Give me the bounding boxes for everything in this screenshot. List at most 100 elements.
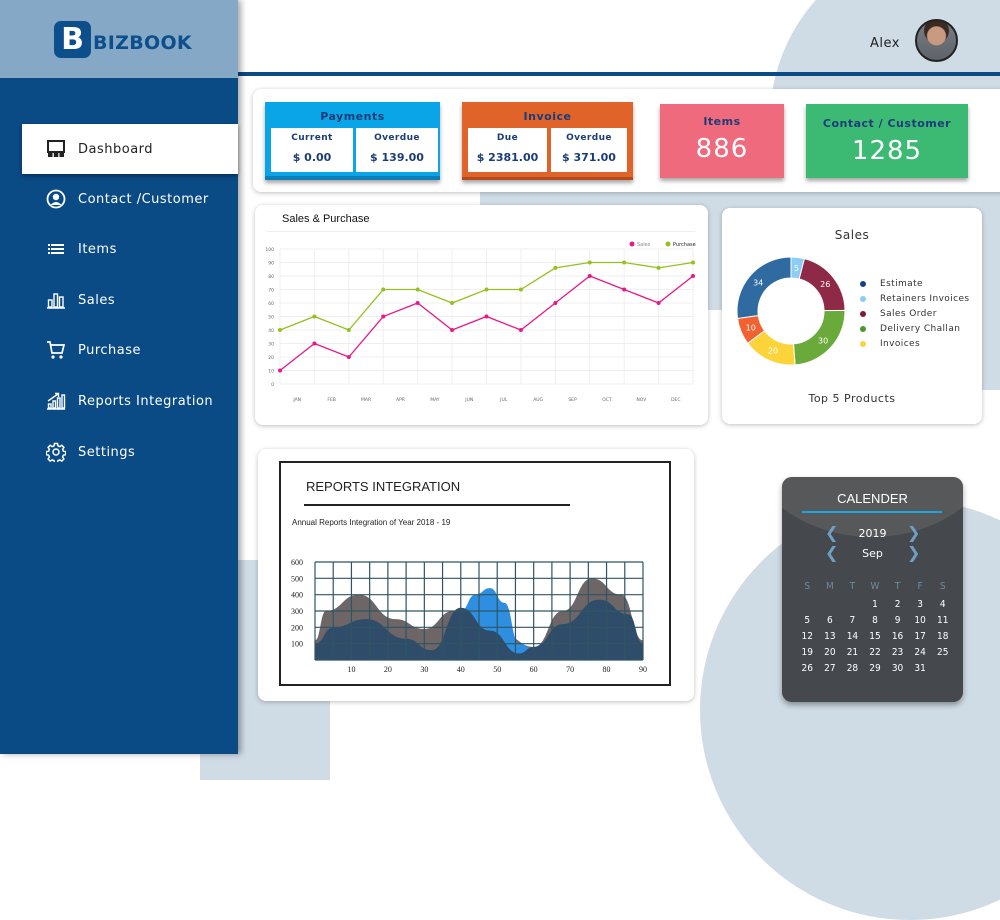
calendar-day[interactable]: 10 — [909, 615, 932, 626]
x-tick-label: JAN — [292, 397, 301, 403]
user-name: Alex — [870, 36, 900, 51]
legend-item: Invoices — [860, 339, 920, 349]
sidebar-item-label: Settings — [78, 444, 136, 460]
legend-item: Delivery Challan — [860, 324, 960, 334]
data-point — [656, 265, 661, 270]
legend-label: Sales — [637, 242, 651, 248]
donut-chart: 5 26 30 20 10 34 — [736, 256, 846, 366]
weekday-label: W — [870, 581, 880, 592]
calendar-day[interactable]: 27 — [819, 663, 842, 674]
contact-card[interactable]: Contact / Customer 1285 — [806, 104, 968, 178]
logo[interactable]: B BIZBOOK — [0, 0, 238, 78]
contact-title: Contact / Customer — [822, 117, 952, 130]
calendar-day[interactable]: 26 — [796, 663, 819, 674]
calendar-day[interactable]: 15 — [864, 631, 887, 642]
items-card[interactable]: Items 886 — [660, 104, 784, 178]
calendar-day[interactable]: 29 — [864, 663, 887, 674]
legend-dot — [860, 296, 866, 302]
data-point — [656, 301, 661, 305]
slice-label: 34 — [753, 278, 763, 287]
payments-card[interactable]: Payments Current $ 0.00 Overdue $ 139.00 — [265, 102, 440, 180]
y-tick-label: 60 — [268, 301, 274, 307]
next-month-button[interactable]: ❯ — [907, 543, 920, 562]
sidebar-item-dashboard[interactable]: Dashboard — [22, 124, 238, 174]
calendar-day[interactable]: 1 — [864, 599, 887, 610]
contact-count: 1285 — [851, 136, 923, 166]
calendar-day[interactable]: 13 — [819, 631, 842, 642]
slice-label: 20 — [768, 347, 778, 356]
sidebar-item-items[interactable]: Items — [22, 224, 238, 274]
sidebar-item-label: Items — [78, 241, 117, 257]
calendar-day[interactable]: 17 — [909, 631, 932, 642]
invoice-card[interactable]: Invoice Due $ 2381.00 Overdue $ 371.00 — [462, 102, 633, 180]
sidebar-item-purchase[interactable]: Purchase — [22, 325, 238, 375]
x-tick-label: MAR — [361, 397, 371, 403]
data-point — [691, 274, 695, 278]
payments-overdue-label: Overdue — [374, 133, 420, 143]
calendar-day[interactable]: 3 — [909, 599, 932, 610]
x-tick-label: AUG — [533, 397, 543, 403]
calendar-day[interactable]: 14 — [841, 631, 864, 642]
invoice-title: Invoice — [523, 110, 572, 123]
calendar-day[interactable]: 20 — [819, 647, 842, 658]
sales-donut-card: Sales 5 26 30 20 10 34 Top 5 Products — [722, 208, 982, 424]
invoice-due-value: $ 2381.00 — [476, 151, 539, 164]
y-tick-label: 40 — [268, 328, 274, 334]
calendar-day[interactable]: 9 — [886, 615, 909, 626]
x-tick-label: FEB — [327, 397, 336, 403]
y-tick-label: 200 — [291, 623, 303, 632]
x-tick-label: 40 — [457, 665, 465, 674]
x-tick-label: 70 — [566, 665, 574, 674]
calendar-day[interactable]: 25 — [931, 647, 954, 658]
next-year-button[interactable]: ❯ — [907, 523, 920, 542]
x-tick-label: OCT — [602, 397, 612, 403]
calendar-day[interactable]: 19 — [796, 647, 819, 658]
calendar: CALENDER ❮ 2019 ❯ ❮ Sep ❯ SMTWTFS1234567… — [782, 477, 963, 702]
calendar-title: CALENDER — [837, 491, 908, 506]
calendar-day[interactable]: 16 — [886, 631, 909, 642]
payments-current: Current $ 0.00 — [271, 128, 353, 172]
calendar-day[interactable]: 24 — [909, 647, 932, 658]
y-tick-label: 90 — [268, 261, 274, 267]
sidebar-item-label: Sales — [78, 292, 116, 308]
calendar-day[interactable]: 21 — [841, 647, 864, 658]
calendar-day[interactable]: 5 — [796, 615, 819, 626]
invoice-due: Due $ 2381.00 — [468, 128, 547, 172]
calendar-day[interactable]: 18 — [931, 631, 954, 642]
calendar-day[interactable]: 28 — [841, 663, 864, 674]
calendar-day[interactable]: 4 — [931, 599, 954, 610]
calendar-day[interactable]: 31 — [909, 663, 932, 674]
items-title: Items — [703, 115, 741, 128]
data-point — [346, 355, 351, 359]
data-point — [346, 328, 351, 332]
data-point — [450, 301, 455, 305]
data-point — [484, 314, 489, 319]
calendar-day[interactable]: 8 — [864, 615, 887, 626]
sidebar-item-contact[interactable]: Contact /Customer — [22, 174, 238, 224]
calendar-day[interactable]: 22 — [864, 647, 887, 658]
calendar-day[interactable]: 2 — [886, 599, 909, 610]
sidebar-item-settings[interactable]: Settings — [22, 427, 238, 477]
calendar-day[interactable]: 30 — [886, 663, 909, 674]
calendar-day[interactable]: 6 — [819, 615, 842, 626]
sidebar-item-label: Reports Integration — [78, 393, 214, 409]
calendar-day[interactable]: 12 — [796, 631, 819, 642]
calendar-day[interactable]: 23 — [886, 647, 909, 658]
legend-marker — [665, 241, 671, 247]
data-point — [587, 260, 592, 265]
slice-label: 26 — [820, 280, 830, 289]
payments-current-label: Current — [291, 133, 333, 143]
weekday-label: T — [894, 581, 901, 592]
legend-dot — [860, 281, 866, 287]
sidebar-item-reports[interactable]: Reports Integration — [22, 376, 238, 426]
brand-name: BIZBOOK — [93, 32, 192, 54]
calendar-day[interactable]: 11 — [931, 615, 954, 626]
legend-dot — [860, 326, 866, 332]
calendar-day[interactable]: 7 — [841, 615, 864, 626]
sidebar-item-sales[interactable]: Sales — [22, 275, 238, 325]
avatar[interactable] — [915, 19, 958, 62]
y-tick-label: 0 — [271, 382, 274, 388]
legend-label: Delivery Challan — [880, 324, 961, 334]
sales-purchase-card: Sales & Purchase 0 10 20 30 40 50 60 70 80 90 100 J… — [255, 205, 708, 425]
legend-item: Retainers Invoices — [860, 294, 970, 304]
